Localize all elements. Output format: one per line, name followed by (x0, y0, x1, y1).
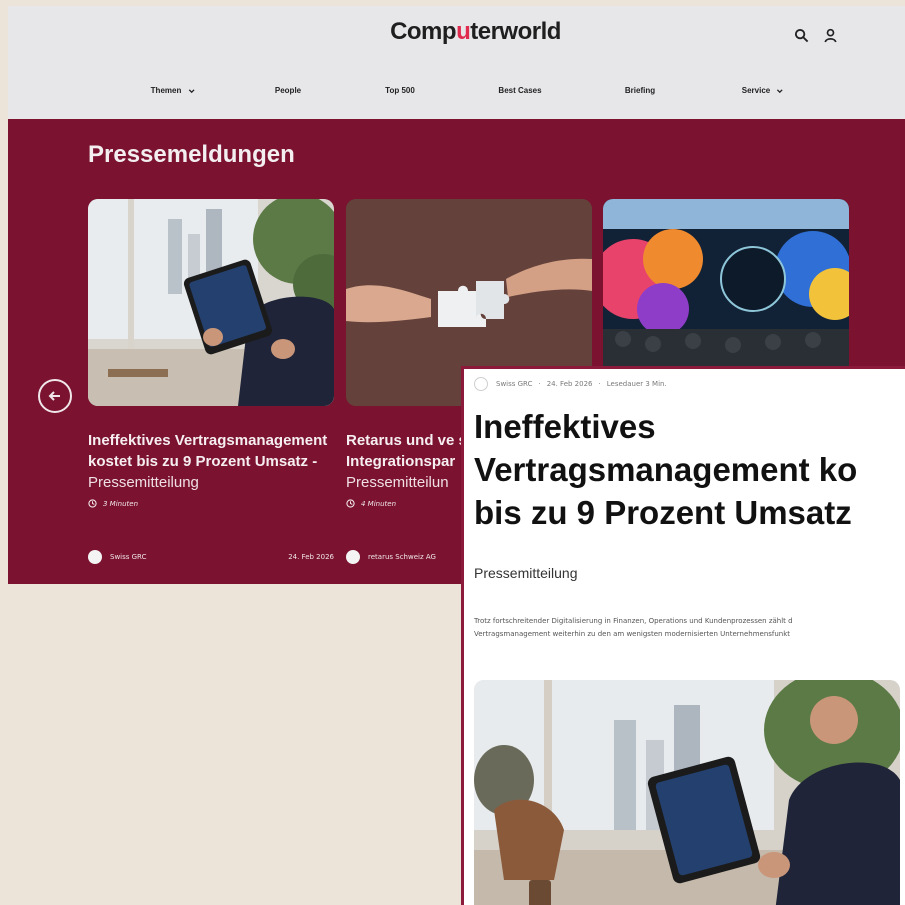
card-author[interactable]: Swiss GRC (110, 553, 146, 561)
article-read-time: Lesedauer 3 Min. (606, 380, 667, 388)
section-title: Pressemeldungen (88, 141, 295, 168)
clock-icon (88, 499, 97, 508)
article-author[interactable]: Swiss GRC (496, 380, 532, 388)
article-hero-image (474, 680, 900, 905)
nav-item-best-cases[interactable]: Best Cases (498, 86, 541, 95)
press-card[interactable]: Ineffektives Vertragsmanagement kostet b… (88, 199, 334, 564)
nav-item-briefing[interactable]: Briefing (625, 86, 655, 95)
author-avatar (474, 377, 488, 391)
article-detail-panel: Swiss GRC · 24. Feb 2026 · Lesedauer 3 M… (461, 366, 905, 905)
article-title: Ineffektives Vertragsmanagement ko bis z… (474, 408, 858, 531)
nav-item-service[interactable]: Service (742, 86, 784, 95)
author-avatar (346, 550, 360, 564)
arrow-left-icon (48, 391, 60, 401)
nav-item-themen[interactable]: Themen (151, 86, 196, 95)
article-subtitle: Pressemitteilung (474, 565, 578, 581)
card-title[interactable]: Ineffektives Vertragsmanagement kostet b… (88, 430, 334, 472)
clock-icon (346, 499, 355, 508)
chevron-down-icon (777, 88, 784, 93)
user-icon[interactable] (821, 26, 839, 44)
site-logo[interactable]: Computerworld (8, 18, 905, 46)
article-meta: Swiss GRC · 24. Feb 2026 · Lesedauer 3 M… (474, 377, 667, 391)
site-header: Computerworld Themen People Top 500 Best… (8, 6, 905, 119)
main-nav: Themen People Top 500 Best Cases Briefin… (8, 86, 905, 104)
card-footer: Swiss GRC 24. Feb 2026 (88, 550, 334, 564)
card-read-time: 3 Minuten (88, 499, 334, 508)
article-date: 24. Feb 2026 (546, 380, 593, 388)
carousel-prev-button[interactable] (38, 379, 72, 413)
nav-item-top-500[interactable]: Top 500 (385, 86, 415, 95)
card-author[interactable]: retarus Schweiz AG (368, 553, 436, 561)
card-image-tablet-businessman[interactable] (88, 199, 334, 406)
chevron-down-icon (188, 88, 195, 93)
article-body: Trotz fortschreitender Digitalisierung i… (474, 617, 793, 638)
author-avatar (88, 550, 102, 564)
search-icon[interactable] (792, 26, 810, 44)
card-date: 24. Feb 2026 (288, 553, 334, 561)
nav-item-people[interactable]: People (275, 86, 301, 95)
card-subtitle: Pressemitteilung (88, 474, 199, 491)
